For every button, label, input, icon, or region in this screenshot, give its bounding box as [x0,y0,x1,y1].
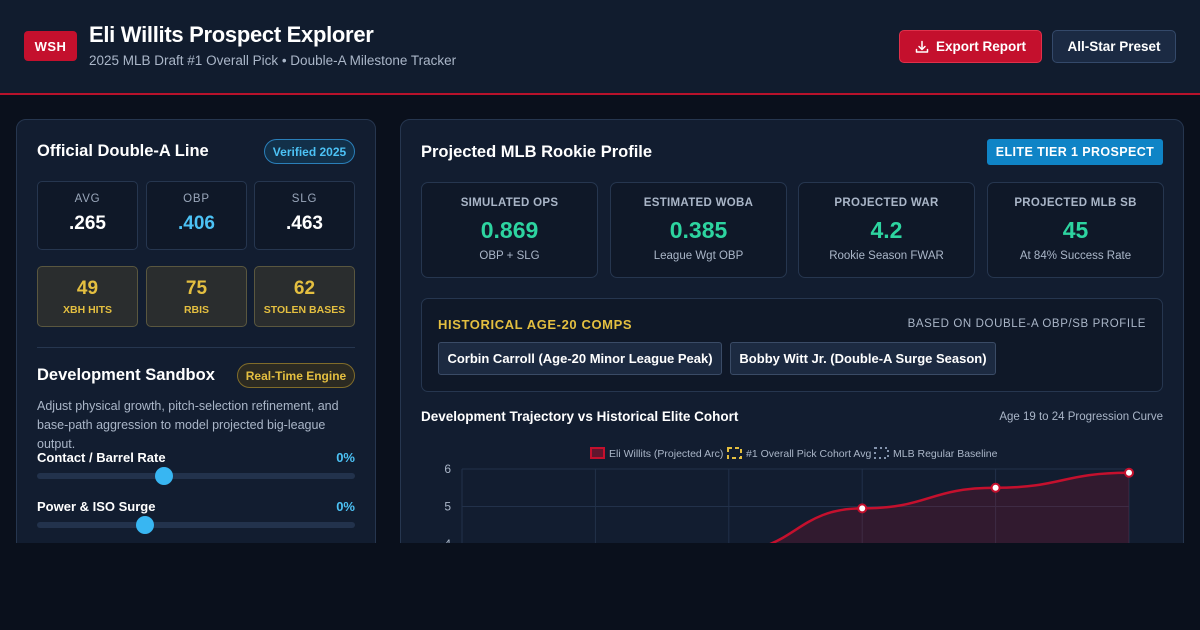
legend-label: Eli Willits (Projected Arc) [609,448,723,460]
section-divider [37,347,355,348]
dashboard-viewport: Official Double-A Line Verified 2025 AVG… [0,97,1200,543]
metric-value: 0.385 [669,217,728,243]
stat-label: AVG [74,193,101,205]
projection-panel: Projected MLB Rookie Profile ELITE TIER … [400,119,1184,543]
stat-label: OBP [183,193,210,205]
top-header: WSH Eli Willits Prospect Explorer 2025 M… [0,0,1200,95]
page-subtitle: 2025 MLB Draft #1 Overall Pick • Double-… [89,53,457,68]
count-label: RBIS [183,304,210,316]
metric-subtext: League Wgt OBP [653,250,744,262]
eli-willits-point [857,503,868,514]
y-tick-label: 6 [444,462,451,476]
metric-label: SIMULATED OPS [460,197,559,209]
power-slider-handle[interactable] [136,516,155,534]
stat-value: .463 [286,213,323,234]
metric-card-sb: PROJECTED MLB SB 45 At 84% Success Rate [987,182,1164,278]
stat-value: .406 [178,213,215,234]
metric-value: 0.869 [480,217,539,243]
chart-range-note: Age 19 to 24 Progression Curve [999,411,1163,423]
real-time-badge: Real-Time Engine [237,363,355,388]
comp-tag-witt[interactable]: Bobby Witt Jr. (Double-A Surge Season) [730,342,996,375]
metric-card-woba: ESTIMATED WOBA 0.385 League Wgt OBP [610,182,787,278]
power-slider-value: 0% [336,499,355,514]
stats-panel: Official Double-A Line Verified 2025 AVG… [16,119,376,543]
stat-slg: SLG .463 [254,181,355,250]
trajectory-chart: 6 5 4 Eli Willits (Projected Arc) #1 Overall… [444,447,1134,543]
comps-basis-note: BASED ON DOUBLE-A OBP/SB PROFILE [907,318,1146,330]
download-icon [915,40,929,53]
count-rbis: 75 RBIS [146,266,247,327]
metric-card-ops: SIMULATED OPS 0.869 OBP + SLG [421,182,598,278]
stat-obp: OBP .406 [146,181,247,250]
contact-slider-handle[interactable] [155,467,174,485]
metric-label: PROJECTED MLB SB [1014,197,1137,209]
sandbox-description: Adjust physical growth, pitch-selection … [37,399,339,451]
contact-slider-label: Contact / Barrel Rate [37,450,166,465]
legend-swatch [727,447,742,459]
legend-label: MLB Regular Baseline [893,448,998,460]
count-label: STOLEN BASES [263,304,346,316]
legend-label: #1 Overall Pick Cohort Avg [746,448,871,460]
power-slider-track[interactable] [37,516,355,534]
metric-card-war: PROJECTED WAR 4.2 Rookie Season FWAR [798,182,975,278]
count-xbh: 49 XBH HITS [37,266,138,327]
team-logo: WSH [24,31,77,61]
count-stolen-bases: 62 STOLEN BASES [254,266,355,327]
stat-label: SLG [291,193,318,205]
comp-tag-carroll[interactable]: Corbin Carroll (Age-20 Minor League Peak… [438,342,722,375]
count-value: 49 [76,278,99,299]
metric-label: PROJECTED WAR [834,197,939,209]
chart-title: Development Trajectory vs Historical Eli… [421,409,739,424]
y-tick-label: 5 [444,500,451,514]
tier-badge: ELITE TIER 1 PROSPECT [987,139,1163,165]
rookie-profile-title: Projected MLB Rookie Profile [421,143,653,161]
metric-value: 4.2 [870,217,903,243]
stat-value: .265 [69,213,106,234]
stat-avg: AVG .265 [37,181,138,250]
y-tick-label: 4 [444,537,451,543]
historical-comps-section: HISTORICAL AGE-20 COMPS BASED ON DOUBLE-… [421,298,1163,392]
count-label: XBH HITS [62,304,112,316]
count-value: 75 [185,278,208,299]
metric-subtext: Rookie Season FWAR [829,250,944,262]
eli-willits-point [1124,467,1134,478]
contact-slider-value: 0% [336,450,355,465]
page-title: Eli Willits Prospect Explorer [89,22,374,47]
sandbox-title: Development Sandbox [37,366,215,384]
metric-subtext: OBP + SLG [479,250,540,262]
metric-value: 45 [1062,217,1089,243]
count-value: 62 [293,278,316,299]
power-slider-label: Power & ISO Surge [37,499,156,514]
legend-swatch [590,447,605,459]
export-report-button[interactable]: Export Report [899,30,1042,63]
metric-label: ESTIMATED WOBA [643,197,754,209]
verified-badge: Verified 2025 [264,139,355,164]
export-report-label: Export Report [935,39,1026,54]
metric-subtext: At 84% Success Rate [1019,250,1132,262]
eli-willits-point [990,482,1001,493]
all-star-preset-button[interactable]: All-Star Preset [1052,30,1176,63]
contact-slider-track[interactable] [37,467,355,485]
legend-swatch [874,447,889,459]
double-a-line-title: Official Double-A Line [37,142,209,160]
comps-title: HISTORICAL AGE-20 COMPS [438,317,633,332]
